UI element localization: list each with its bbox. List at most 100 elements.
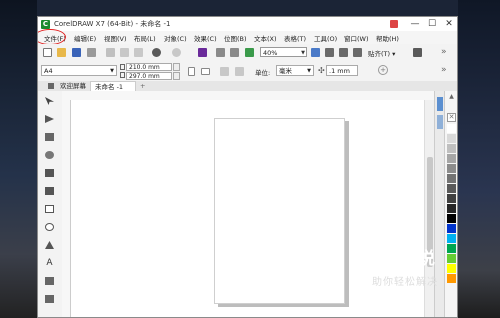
- cut-icon[interactable]: [106, 48, 115, 57]
- nudge-icon: ✣: [318, 66, 325, 75]
- color-swatch[interactable]: [447, 224, 456, 233]
- minimize-button[interactable]: —: [408, 18, 422, 30]
- toolbox: A: [38, 91, 63, 317]
- watermark-subtitle: 助你轻松解决: [372, 277, 438, 288]
- watermark: 百科全说 助你轻松解决: [362, 244, 458, 292]
- desktop-background-right: [458, 0, 500, 318]
- paste-icon[interactable]: [134, 48, 143, 57]
- text-tool-icon[interactable]: A: [45, 259, 54, 268]
- chevron-down-icon: ▼: [110, 68, 114, 74]
- copy-icon[interactable]: [120, 48, 129, 57]
- current-page-icon[interactable]: [235, 67, 244, 76]
- standard-toolbar: 40% ▼ 贴齐(T) ▾ »: [38, 44, 457, 62]
- units-select[interactable]: 毫米 ▼: [276, 65, 314, 76]
- color-swatch[interactable]: [447, 124, 456, 133]
- user-icon[interactable]: [390, 20, 398, 28]
- document-page[interactable]: [214, 118, 345, 304]
- rectangle-tool-icon[interactable]: [45, 205, 54, 213]
- menu-tools[interactable]: 工具(O): [314, 33, 337, 43]
- tab-scroll-icon[interactable]: [48, 83, 54, 89]
- menu-window[interactable]: 窗口(W): [344, 33, 369, 43]
- page-height-field[interactable]: 297.0 mm: [126, 72, 172, 80]
- polygon-tool-icon[interactable]: [45, 241, 54, 249]
- landscape-icon[interactable]: [201, 68, 210, 75]
- export-icon[interactable]: [230, 48, 239, 57]
- options-gear-icon[interactable]: [413, 48, 422, 57]
- save-icon[interactable]: [72, 48, 81, 57]
- window-title: CorelDRAW X7 (64-Bit) - 未命名 -1: [54, 20, 171, 28]
- print-icon[interactable]: [87, 48, 96, 57]
- add-icon[interactable]: +: [378, 65, 388, 75]
- title-bar: C CorelDRAW X7 (64-Bit) - 未命名 -1 — ☐ ✕: [38, 17, 457, 31]
- units-label: 单位:: [255, 69, 271, 77]
- no-color-swatch-icon[interactable]: ✕: [447, 113, 456, 122]
- color-swatch[interactable]: [447, 174, 456, 183]
- full-screen-icon[interactable]: [311, 48, 320, 57]
- freehand-tool-icon[interactable]: [45, 169, 54, 177]
- ellipse-tool-icon[interactable]: [45, 223, 54, 231]
- width-icon: [120, 64, 125, 70]
- chevron-down-icon: ▼: [301, 50, 305, 56]
- width-stepper[interactable]: [173, 63, 180, 71]
- propbar-overflow-icon[interactable]: »: [441, 65, 447, 75]
- connector-tool-icon[interactable]: [45, 295, 54, 303]
- page-width-field[interactable]: 210.0 mm: [126, 63, 172, 71]
- close-button[interactable]: ✕: [442, 18, 456, 30]
- desktop-background-left: [0, 0, 37, 318]
- color-swatch[interactable]: [447, 154, 456, 163]
- search-content-icon[interactable]: [198, 48, 207, 57]
- crop-tool-icon[interactable]: [45, 133, 54, 141]
- maximize-button[interactable]: ☐: [425, 18, 439, 30]
- color-swatch[interactable]: [447, 234, 456, 243]
- guidelines-icon[interactable]: [353, 48, 362, 57]
- nudge-distance-field[interactable]: .1 mm: [326, 65, 358, 76]
- palette-scroll-up-icon[interactable]: ▲: [447, 93, 456, 101]
- tab-document[interactable]: 未命名 -1: [90, 81, 136, 91]
- publish-pdf-icon[interactable]: [245, 48, 254, 57]
- color-swatch[interactable]: [447, 214, 456, 223]
- menu-table[interactable]: 表格(T): [284, 33, 306, 43]
- height-icon: [120, 72, 125, 78]
- color-swatch[interactable]: [447, 204, 456, 213]
- height-stepper[interactable]: [173, 72, 180, 80]
- menu-bitmaps[interactable]: 位图(B): [224, 33, 247, 43]
- pick-tool-icon[interactable]: [45, 97, 54, 105]
- import-icon[interactable]: [216, 48, 225, 57]
- open-folder-icon[interactable]: [57, 48, 66, 57]
- hints-docker-icon[interactable]: [437, 115, 443, 129]
- menu-object[interactable]: 对象(C): [164, 33, 187, 43]
- object-properties-docker-icon[interactable]: [437, 97, 443, 111]
- toolbar-overflow-icon[interactable]: »: [441, 47, 447, 57]
- zoom-tool-icon[interactable]: [45, 151, 54, 159]
- add-tab-icon[interactable]: +: [136, 81, 149, 91]
- menu-effects[interactable]: 效果(C): [194, 33, 217, 43]
- menu-view[interactable]: 视图(V): [104, 33, 127, 43]
- color-swatch[interactable]: [447, 144, 456, 153]
- color-swatch[interactable]: [447, 164, 456, 173]
- vertical-ruler[interactable]: [62, 100, 71, 317]
- rulers-icon[interactable]: [325, 48, 334, 57]
- portrait-icon[interactable]: [188, 67, 195, 76]
- coreldraw-logo-icon: C: [41, 20, 50, 29]
- menu-help[interactable]: 帮助(H): [376, 33, 399, 43]
- menu-edit[interactable]: 编辑(E): [74, 33, 96, 43]
- artistic-media-tool-icon[interactable]: [45, 187, 54, 195]
- tab-welcome-screen[interactable]: 欢迎屏幕: [56, 81, 90, 91]
- undo-icon[interactable]: [152, 48, 161, 57]
- menu-text[interactable]: 文本(X): [254, 33, 277, 43]
- redo-icon[interactable]: [172, 48, 181, 57]
- new-document-icon[interactable]: [43, 48, 52, 57]
- grid-icon[interactable]: [339, 48, 348, 57]
- paper-size-select[interactable]: A4 ▼: [41, 65, 117, 76]
- color-swatch[interactable]: [447, 134, 456, 143]
- snap-to-button[interactable]: 贴齐(T) ▾: [368, 48, 395, 58]
- zoom-value: 40%: [263, 49, 278, 57]
- all-pages-icon[interactable]: [220, 67, 229, 76]
- color-swatch[interactable]: [447, 194, 456, 203]
- zoom-level-select[interactable]: 40% ▼: [260, 47, 307, 57]
- parallel-dimension-tool-icon[interactable]: [45, 277, 54, 285]
- shape-tool-icon[interactable]: [45, 115, 54, 123]
- color-swatch[interactable]: [447, 184, 456, 193]
- menu-layout[interactable]: 布局(L): [134, 33, 156, 43]
- property-bar: A4 ▼ 210.0 mm 297.0 mm 单位: 毫米 ▼ ✣ .1 mm …: [38, 61, 457, 82]
